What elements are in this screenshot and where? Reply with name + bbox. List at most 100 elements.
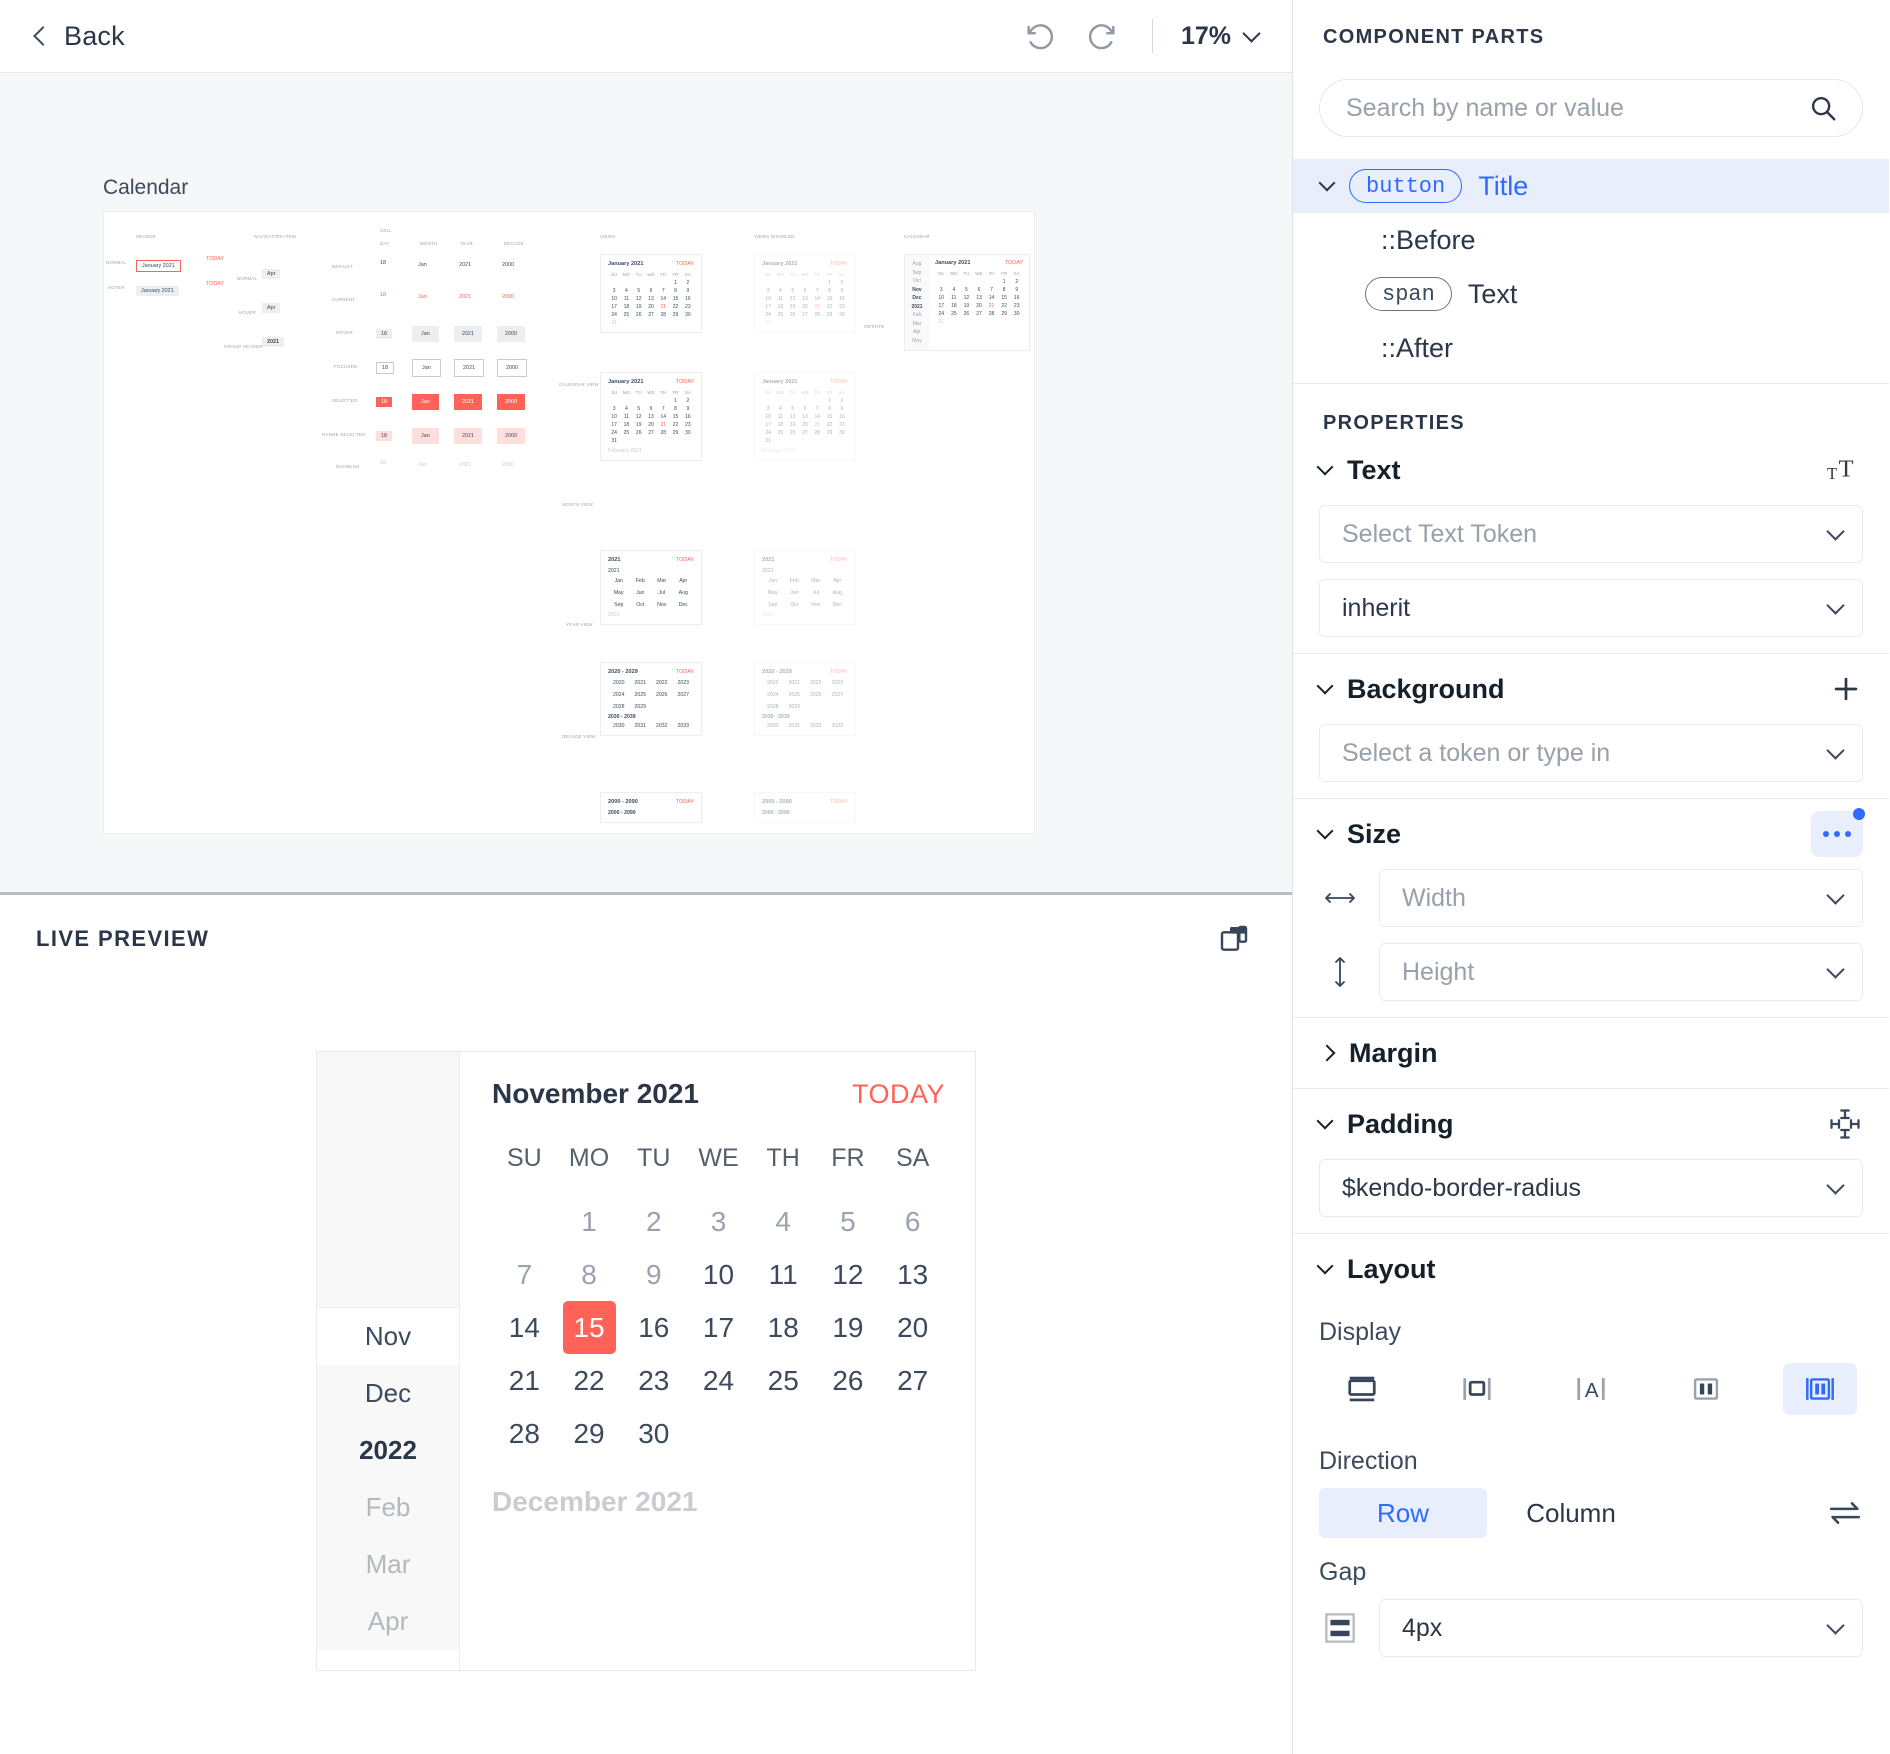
calendar-day[interactable]: 26 [816, 1354, 881, 1407]
search-box[interactable] [1319, 79, 1863, 137]
undo-button[interactable] [1018, 14, 1062, 58]
text-token-select[interactable]: Select Text Token [1319, 505, 1863, 563]
section-layout-header[interactable]: Layout [1316, 1234, 1863, 1304]
sidebar-month-dec[interactable]: Dec [317, 1365, 459, 1422]
design-canvas[interactable]: Calendar HEADER NORMAL January 2021 TODA… [0, 73, 1292, 892]
chevron-left-icon [33, 26, 53, 46]
calendar-day[interactable]: 24 [686, 1354, 751, 1407]
calendar-day-empty [492, 1195, 557, 1248]
calendar-day[interactable]: 19 [816, 1301, 881, 1354]
section-padding-header[interactable]: Padding [1316, 1089, 1863, 1159]
chevron-down-icon [1826, 521, 1845, 541]
spec-cell-col-day: DAY [380, 241, 390, 246]
background-token-select[interactable]: Select a token or type in [1319, 724, 1863, 782]
calendar-day[interactable]: 22 [557, 1354, 622, 1407]
calendar-day[interactable]: 28 [492, 1407, 557, 1460]
calendar-month-title[interactable]: November 2021 [492, 1078, 699, 1110]
height-input[interactable]: Height [1379, 943, 1863, 1001]
gap-input[interactable]: 4px [1379, 1599, 1863, 1657]
back-button[interactable]: Back [33, 21, 125, 52]
zoom-selector[interactable]: 17% [1181, 22, 1264, 51]
calendar-day[interactable]: 25 [751, 1354, 816, 1407]
calendar-day[interactable]: 20 [880, 1301, 945, 1354]
sidebar-month-mar[interactable]: Mar [317, 1536, 459, 1593]
calendar-day[interactable]: 29 [557, 1407, 622, 1460]
calendar-day[interactable]: 16 [621, 1301, 686, 1354]
padding-sides-button[interactable] [1827, 1106, 1863, 1142]
calendar-day[interactable]: 10 [686, 1248, 751, 1301]
calendar-widget[interactable]: Nov Dec 2022 Feb Mar Apr November 2021 T… [316, 1051, 976, 1671]
chevron-right-icon[interactable] [1318, 1044, 1336, 1062]
display-option-inline-block[interactable] [1440, 1363, 1514, 1415]
chevron-down-icon[interactable] [1316, 677, 1334, 695]
calendar-day[interactable]: 23 [621, 1354, 686, 1407]
add-background-button[interactable] [1829, 672, 1863, 706]
chevron-down-icon[interactable] [1316, 1257, 1334, 1275]
calendar-day[interactable]: 1 [557, 1195, 622, 1248]
calendar-day[interactable]: 3 [686, 1195, 751, 1248]
chevron-down-icon[interactable] [1316, 458, 1334, 476]
calendar-day[interactable]: 4 [751, 1195, 816, 1248]
height-row: Height [1319, 943, 1863, 1001]
text-color-select[interactable]: inherit [1319, 579, 1863, 637]
search-input[interactable] [1346, 93, 1808, 123]
display-option-flex[interactable] [1669, 1363, 1743, 1415]
calendar-day[interactable]: 18 [751, 1301, 816, 1354]
chevron-down-icon[interactable] [1316, 1112, 1334, 1130]
width-input[interactable]: Width [1379, 869, 1863, 927]
live-preview-header: LIVE PREVIEW [0, 895, 1292, 983]
section-background-header[interactable]: Background [1316, 654, 1863, 724]
chevron-down-icon[interactable] [1318, 174, 1336, 192]
calendar-day[interactable]: 8 [557, 1248, 622, 1301]
calendar-day[interactable]: 21 [492, 1354, 557, 1407]
properties-title: PROPERTIES [1323, 412, 1465, 434]
calendar-day[interactable]: 27 [880, 1354, 945, 1407]
calendar-day[interactable]: 12 [816, 1248, 881, 1301]
artboard-calendar[interactable]: HEADER NORMAL January 2021 TODAY HOVER J… [104, 212, 1034, 833]
spec-cell-current-month: Jan [418, 294, 427, 300]
calendar-day[interactable]: 9 [621, 1248, 686, 1301]
direction-option-row[interactable]: Row [1319, 1488, 1487, 1538]
padding-token-select[interactable]: $kendo-border-radius [1319, 1159, 1863, 1217]
component-parts-search-row [1293, 49, 1889, 159]
chevron-down-icon[interactable] [1316, 822, 1334, 840]
tree-item-after[interactable]: ::After [1293, 321, 1889, 375]
sidebar-month-apr[interactable]: Apr [317, 1593, 459, 1650]
calendar-day[interactable]: 7 [492, 1248, 557, 1301]
svg-text:A: A [1585, 1379, 1599, 1402]
redo-button[interactable] [1080, 14, 1124, 58]
calendar-day[interactable]: 30 [621, 1407, 686, 1460]
section-margin-header[interactable]: Margin [1318, 1018, 1863, 1088]
calendar-day[interactable]: 5 [816, 1195, 881, 1248]
direction-option-column[interactable]: Column [1487, 1488, 1655, 1538]
display-option-block[interactable] [1325, 1363, 1399, 1415]
display-label: Display [1319, 1318, 1401, 1346]
calendar-day[interactable]: 6 [880, 1195, 945, 1248]
calendar-month-sidebar[interactable]: Nov Dec 2022 Feb Mar Apr [317, 1052, 460, 1670]
sidebar-month-feb[interactable]: Feb [317, 1479, 459, 1536]
tree-item-text[interactable]: span Text [1293, 267, 1889, 321]
tree-item-before[interactable]: ::Before [1293, 213, 1889, 267]
size-more-options-button[interactable] [1811, 808, 1865, 857]
tree-item-title[interactable]: button Title [1293, 159, 1889, 213]
section-background: Background Select a token or type in [1293, 654, 1889, 798]
typography-button[interactable]: T T [1827, 453, 1863, 487]
display-option-inline[interactable]: A [1554, 1363, 1628, 1415]
display-option-inline-flex[interactable] [1783, 1363, 1857, 1415]
direction-swap-button[interactable] [1827, 1498, 1863, 1528]
sidebar-year-2022[interactable]: 2022 [317, 1422, 459, 1479]
calendar-day[interactable]: 17 [686, 1301, 751, 1354]
calendar-day[interactable]: 14 [492, 1301, 557, 1354]
section-text-header[interactable]: Text T T [1316, 435, 1863, 505]
spec-cell-focused-month: Jan [412, 356, 441, 377]
calendar-today-button[interactable]: TODAY [852, 1079, 945, 1110]
section-size-header[interactable]: Size [1316, 799, 1865, 869]
open-in-new-window-button[interactable] [1212, 917, 1256, 961]
calendar-day[interactable]: 11 [751, 1248, 816, 1301]
calendar-day[interactable]: 13 [880, 1248, 945, 1301]
sidebar-month-nov[interactable]: Nov [317, 1308, 459, 1365]
calendar-day-selected[interactable]: 15 [557, 1301, 622, 1354]
weekday-fr: FR [831, 1144, 865, 1172]
tree-label-before: ::Before [1381, 224, 1476, 255]
calendar-day[interactable]: 2 [621, 1195, 686, 1248]
